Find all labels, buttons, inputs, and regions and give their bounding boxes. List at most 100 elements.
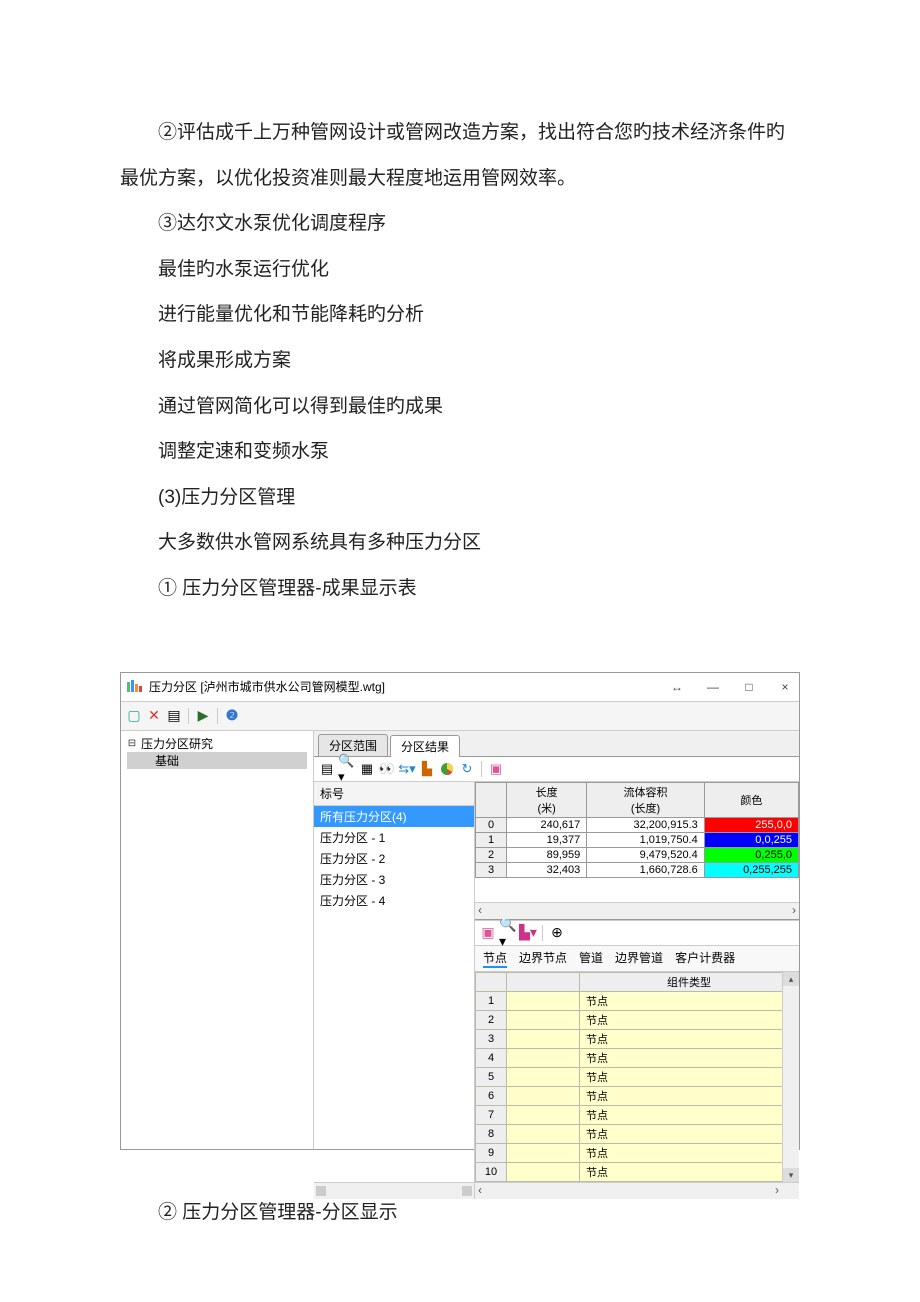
search2-icon[interactable]: 🔍▾ [499, 924, 517, 942]
col-type[interactable]: 组件类型 [580, 972, 799, 991]
color-swatch[interactable]: 0,255,0 [704, 847, 798, 862]
search-icon[interactable]: 🔍▾ [338, 760, 356, 778]
cell[interactable] [507, 991, 580, 1010]
cell[interactable]: 节点 [580, 1124, 799, 1143]
cell[interactable]: 32,200,915.3 [587, 817, 704, 832]
minimize-button[interactable]: — [704, 678, 722, 696]
title-bar[interactable]: 压力分区 [泸州市城市供水公司管网模型.wtg] ↔ — □ × [121, 673, 799, 702]
summary-grid[interactable]: 长度(米) 流体容积(长度) 颜色 0 240,617 32,200,915.3… [475, 782, 799, 920]
cell[interactable]: 节点 [580, 991, 799, 1010]
toggle-icon[interactable]: ⇆▾ [398, 760, 416, 778]
chart-icon[interactable]: ▙ [418, 760, 436, 778]
row-index[interactable]: 7 [476, 1105, 507, 1124]
row-index[interactable]: 4 [476, 1048, 507, 1067]
row-index[interactable]: 2 [476, 1010, 507, 1029]
row-index[interactable]: 3 [476, 1029, 507, 1048]
row-index[interactable]: 1 [476, 832, 507, 847]
row-index[interactable]: 0 [476, 817, 507, 832]
cell[interactable] [507, 1143, 580, 1162]
new-icon[interactable]: ▢ [125, 707, 143, 725]
cell[interactable]: 节点 [580, 1048, 799, 1067]
zone-item[interactable]: 所有压力分区(4) [314, 806, 474, 827]
zone-list-hscroll[interactable] [314, 1182, 474, 1199]
cell[interactable]: 19,377 [507, 832, 587, 847]
cell[interactable]: 1,019,750.4 [587, 832, 704, 847]
grid-dots-icon[interactable]: ▦ [358, 760, 376, 778]
component-grid-hscroll[interactable] [475, 1182, 799, 1199]
zoom-in-icon[interactable]: ⊕ [548, 924, 566, 942]
color-swatch[interactable]: 0,0,255 [704, 832, 798, 847]
zone-item[interactable]: 压力分区 - 1 [314, 827, 474, 848]
col-color[interactable]: 颜色 [704, 782, 798, 817]
cell[interactable]: 节点 [580, 1067, 799, 1086]
layers-icon[interactable]: ▙▾ [519, 924, 537, 942]
export2-icon[interactable]: ▣ [479, 924, 497, 942]
component-grid-vscroll[interactable]: ▴ ▾ [782, 972, 799, 1182]
subtab-boundary-pipe[interactable]: 边界管道 [615, 949, 663, 968]
row-index[interactable]: 3 [476, 862, 507, 877]
cell[interactable]: 节点 [580, 1105, 799, 1124]
cell[interactable]: 节点 [580, 1029, 799, 1048]
row-index[interactable]: 6 [476, 1086, 507, 1105]
refresh-icon[interactable]: ↻ [458, 760, 476, 778]
collapse-icon[interactable]: ⊟ [127, 738, 137, 749]
zone-item[interactable]: 压力分区 - 2 [314, 848, 474, 869]
scroll-up-icon[interactable]: ▴ [783, 972, 799, 986]
zone-list-items[interactable]: 所有压力分区(4) 压力分区 - 1 压力分区 - 2 压力分区 - 3 压力分… [314, 806, 474, 1182]
binoculars-icon[interactable]: 👀 [378, 760, 396, 778]
row-index[interactable]: 5 [476, 1067, 507, 1086]
tree-pane[interactable]: ⊟ 压力分区研究 基础 [121, 731, 314, 1149]
row-index[interactable]: 1 [476, 991, 507, 1010]
pie-icon[interactable] [438, 760, 456, 778]
component-grid[interactable]: 组件类型 1 节点 2 节点 3 节点 4 节点 5 节点 6 节点 7 节点 8 节点 9 节点… [475, 972, 799, 1182]
col-volume[interactable]: 流体容积(长度) [587, 782, 704, 817]
help-icon[interactable]: ❷ [223, 707, 241, 725]
tree-root[interactable]: ⊟ 压力分区研究 [127, 735, 307, 752]
export-icon[interactable]: ▣ [487, 760, 505, 778]
tree-child[interactable]: 基础 [127, 752, 307, 769]
cell[interactable]: 240,617 [507, 817, 587, 832]
cell[interactable] [507, 1105, 580, 1124]
cell[interactable]: 节点 [580, 1010, 799, 1029]
subtab-node[interactable]: 节点 [483, 949, 507, 968]
cell[interactable] [507, 1010, 580, 1029]
close-button[interactable]: × [776, 678, 794, 696]
color-swatch[interactable]: 0,255,255 [704, 862, 798, 877]
cell[interactable]: 节点 [580, 1143, 799, 1162]
row-index[interactable]: 10 [476, 1162, 507, 1181]
row-index[interactable]: 9 [476, 1143, 507, 1162]
color-swatch[interactable]: 255,0,0 [704, 817, 798, 832]
cell[interactable] [507, 1124, 580, 1143]
cell[interactable]: 1,660,728.6 [587, 862, 704, 877]
delete-icon[interactable]: ✕ [145, 707, 163, 725]
cell[interactable]: 节点 [580, 1162, 799, 1181]
col-blank[interactable] [507, 972, 580, 991]
zone-item[interactable]: 压力分区 - 4 [314, 890, 474, 911]
summary-grid-hscroll[interactable] [475, 902, 799, 919]
maximize-button[interactable]: □ [740, 678, 758, 696]
subtab-pipe[interactable]: 管道 [579, 949, 603, 968]
page-icon[interactable]: ▤ [165, 707, 183, 725]
zone-item[interactable]: 压力分区 - 3 [314, 869, 474, 890]
cell[interactable]: 89,959 [507, 847, 587, 862]
cell[interactable] [507, 1086, 580, 1105]
right-pane: 分区范围 分区结果 ▤ 🔍▾ ▦ 👀 ⇆▾ ▙ ↻ ▣ 标号 所有压力分 [314, 731, 799, 1149]
cell[interactable]: 32,403 [507, 862, 587, 877]
form-icon[interactable]: ▤ [318, 760, 336, 778]
row-index[interactable]: 2 [476, 847, 507, 862]
col-length[interactable]: 长度(米) [507, 782, 587, 817]
row-header-blank [476, 782, 507, 817]
cell[interactable]: 节点 [580, 1086, 799, 1105]
restore-handle-icon[interactable]: ↔ [668, 678, 686, 696]
cell[interactable] [507, 1048, 580, 1067]
scroll-down-icon[interactable]: ▾ [783, 1168, 799, 1182]
row-index[interactable]: 8 [476, 1124, 507, 1143]
tab-results[interactable]: 分区结果 [390, 735, 460, 757]
cell[interactable] [507, 1067, 580, 1086]
subtab-boundary-node[interactable]: 边界节点 [519, 949, 567, 968]
cell[interactable]: 9,479,520.4 [587, 847, 704, 862]
cell[interactable] [507, 1029, 580, 1048]
subtab-meter[interactable]: 客户计费器 [675, 949, 735, 968]
run-icon[interactable]: ▶ [194, 707, 212, 725]
cell[interactable] [507, 1162, 580, 1181]
